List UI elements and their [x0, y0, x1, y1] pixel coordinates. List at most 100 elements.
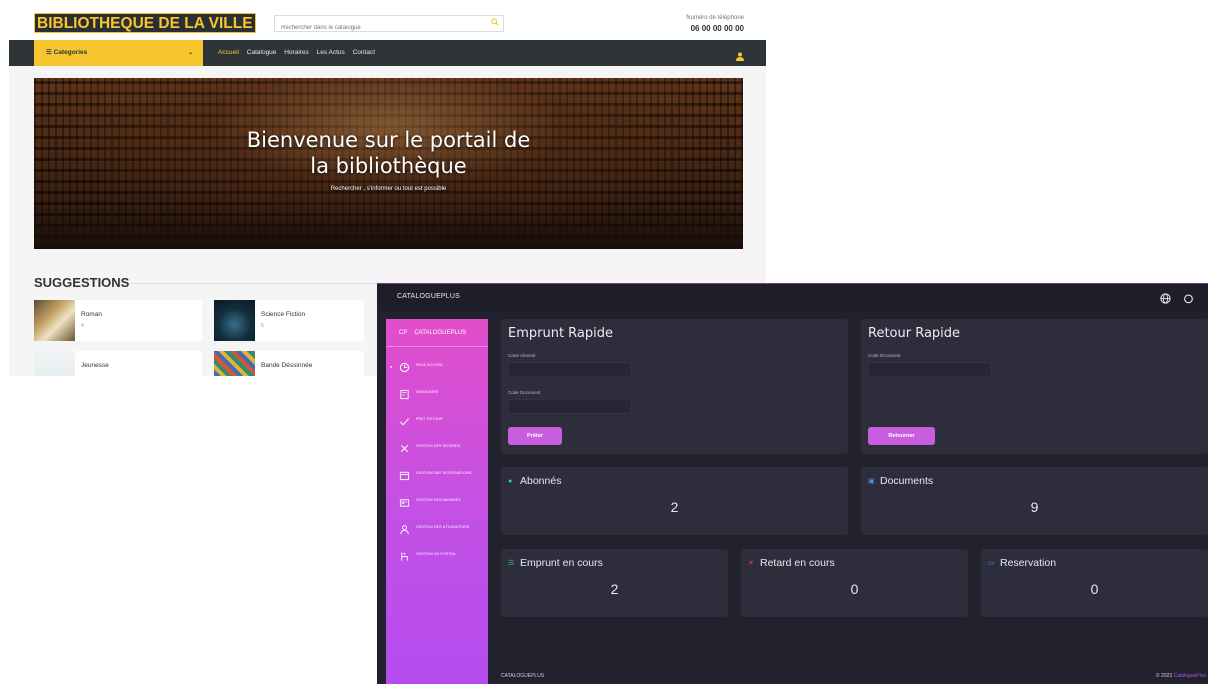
emprunts-stat-title: ☰ Emprunt en cours: [508, 557, 603, 569]
catalog-search-input[interactable]: [275, 20, 483, 36]
document-icon: ▣: [868, 478, 875, 485]
globe-icon[interactable]: [1160, 291, 1172, 304]
sidebar-item-portail[interactable]: GESTION DU PORTAIL: [386, 547, 488, 565]
categories-dropdown[interactable]: ☰ Categories ⌄: [34, 40, 203, 66]
sidebar-logo[interactable]: CP CATALOGUEPLUS: [386, 319, 488, 347]
retour-code-document-input[interactable]: [868, 362, 992, 377]
documents-stat-card[interactable]: ▣ Documents 9: [861, 467, 1208, 535]
portal-header: BIBLIOTHEQUE DE LA VILLE Numéro de télép…: [9, 0, 766, 40]
retourner-button[interactable]: Retourner: [868, 427, 935, 445]
sidebar-item-pret-retour[interactable]: PRET RETOUR: [386, 412, 488, 430]
menu-actus[interactable]: Les Actus: [317, 49, 345, 56]
reservations-stat-label: Reservation: [1000, 557, 1057, 569]
code-document-input[interactable]: [508, 399, 632, 414]
sidebar-item-retards[interactable]: GESTION DES RETARDS: [386, 439, 488, 457]
cross-icon: ✕: [748, 560, 754, 567]
sidebar-item-label: GESTION DES ABONNÉS: [416, 498, 461, 502]
documents-stat-value: 9: [1030, 499, 1039, 515]
sidebar-item-label: PAGE ACCUEIL: [416, 363, 444, 367]
suggestion-count: 4: [81, 323, 84, 329]
library-logo[interactable]: BIBLIOTHEQUE DE LA VILLE: [34, 13, 256, 33]
menu-contact[interactable]: Contact: [353, 49, 375, 56]
copyright-year: © 2023: [1155, 673, 1173, 679]
menu-catalogue[interactable]: Catalogue: [247, 49, 277, 56]
abonnes-stat-value: 2: [670, 499, 679, 515]
retards-stat-label: Retard en cours: [760, 557, 835, 569]
users-icon: ●: [508, 478, 513, 485]
suggestion-card-roman[interactable]: Roman 4: [34, 300, 202, 341]
suggestion-title: Jeunesse: [81, 362, 109, 369]
phone-number: 06 00 00 00 00: [690, 24, 744, 33]
sidebar-item-abonnes[interactable]: GESTION DES ABONNÉS: [386, 493, 488, 511]
categories-label: ☰ Categories: [46, 49, 88, 56]
emprunt-rapide-title: Emprunt Rapide: [508, 326, 614, 341]
abonnes-stat-card[interactable]: ● Abonnés 2: [501, 467, 848, 535]
sidebar-item-reservations[interactable]: GESTION DES RESERVATIONS: [386, 466, 488, 484]
documents-stat-label: Documents: [880, 475, 934, 487]
calendar-icon: [399, 468, 411, 481]
suggestion-card-bd[interactable]: Bande Déssinnée: [214, 351, 364, 376]
hero-floor-shade: [34, 204, 743, 249]
emprunt-rapide-panel: Emprunt Rapide Carte Abonné Code Documen…: [501, 319, 848, 454]
dashboard-icon: [399, 360, 411, 373]
hero-subtitle: Rechercher , s'informer ou tout est poss…: [330, 186, 447, 192]
hero-title-line1: Bienvenue sur le portail de: [246, 128, 531, 152]
hero-banner: Bienvenue sur le portail de la bibliothè…: [34, 78, 743, 249]
carte-abonne-label: Carte Abonné: [508, 353, 536, 358]
admin-dashboard-window: CATALOGUEPLUS CP CATALOGUEPLUS ● PAGE ACC…: [377, 283, 1208, 684]
retards-stat-value: 0: [850, 581, 859, 597]
sidebar-logo-name: CATALOGUEPLUS: [414, 330, 467, 336]
admin-topbar: CATALOGUEPLUS: [377, 284, 1208, 311]
retards-stat-card[interactable]: ✕ Retard en cours 0: [741, 549, 968, 617]
id-card-icon: [399, 495, 411, 507]
search-icon[interactable]: [486, 16, 503, 31]
preter-button[interactable]: Prêter: [508, 427, 562, 445]
sidebar-item-label: INVENTAIRE: [416, 390, 439, 394]
emprunts-stat-label: Emprunt en cours: [520, 557, 603, 569]
suggestion-card-science-fiction[interactable]: Science Fiction 5: [214, 300, 364, 341]
user-icon: [399, 522, 411, 535]
power-icon[interactable]: [1183, 291, 1195, 304]
retards-stat-title: ✕ Retard en cours: [748, 557, 835, 569]
sidebar-item-label: GESTION DES RESERVATIONS: [416, 471, 472, 475]
suggestion-title: Science Fiction: [261, 311, 306, 318]
sidebar-item-label: GESTION DU PORTAIL: [416, 552, 457, 556]
suggestions-heading: SUGGESTIONS: [34, 275, 130, 290]
suggestion-card-jeunesse[interactable]: Jeunesse: [34, 351, 202, 376]
calendar-icon: ▭: [988, 560, 995, 567]
emprunts-stat-card[interactable]: ☰ Emprunt en cours 2: [501, 549, 728, 617]
portal-navbar: ☰ Categories ⌄ Accueil Catalogue Horaire…: [9, 40, 766, 66]
portal-menu: Accueil Catalogue Horaires Les Actus Con…: [218, 40, 381, 66]
book-thumbnail: [214, 300, 255, 341]
suggestion-title: Roman: [81, 311, 102, 318]
carte-abonne-input[interactable]: [508, 362, 632, 377]
emprunts-stat-value: 2: [610, 581, 619, 597]
catalog-search[interactable]: [274, 15, 504, 36]
list-icon: ☰: [508, 560, 515, 567]
code-document-label: Code Document: [868, 353, 901, 358]
sidebar-item-inventaire[interactable]: INVENTAIRE: [386, 385, 488, 403]
abonnes-stat-label: Abonnés: [520, 475, 562, 487]
book-thumbnail: [34, 300, 75, 341]
chevron-down-icon: ⌄: [187, 50, 193, 56]
documents-stat-title: ▣ Documents: [868, 475, 933, 487]
sidebar-item-page-accueil[interactable]: ● PAGE ACCUEIL: [386, 358, 488, 376]
reservations-stat-card[interactable]: ▭ Reservation 0: [981, 549, 1208, 617]
admin-sidebar: CP CATALOGUEPLUS ● PAGE ACCUEIL INVENTAIR…: [386, 319, 488, 684]
menu-accueil[interactable]: Accueil: [218, 49, 239, 56]
hero-title-line2: la bibliothèque: [310, 154, 467, 178]
reservations-stat-title: ▭ Reservation: [988, 557, 1056, 569]
inventory-icon: [399, 387, 411, 400]
copyright-link[interactable]: CataloguePlus: [1173, 673, 1206, 679]
screenshot-stage: BIBLIOTHEQUE DE LA VILLE Numéro de télép…: [0, 0, 1208, 684]
check-icon: [399, 414, 411, 426]
sidebar-item-utilisateurs[interactable]: GESTION DES UTILISATEURS: [386, 520, 488, 538]
retour-rapide-panel: Retour Rapide Code Document Retourner: [861, 319, 1208, 454]
menu-horaires[interactable]: Horaires: [284, 49, 309, 56]
admin-brand[interactable]: CATALOGUEPLUS: [397, 293, 460, 300]
active-bullet-icon: ●: [390, 364, 393, 369]
book-thumbnail: [34, 351, 75, 376]
retour-rapide-title: Retour Rapide: [868, 326, 961, 341]
user-icon[interactable]: [736, 48, 744, 61]
suggestion-count: 5: [261, 323, 264, 329]
